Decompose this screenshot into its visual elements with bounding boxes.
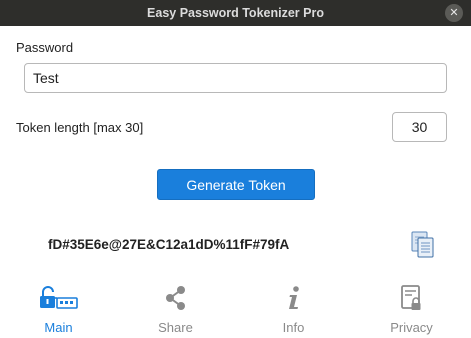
share-icon (156, 284, 196, 312)
generated-token: fD#35E6e@27E&C12a1dD%11fF#79fA (48, 237, 290, 252)
nav-item-info[interactable]: Info (235, 284, 352, 338)
title-bar: Easy Password Tokenizer Pro ✕ (0, 0, 471, 26)
close-button[interactable]: ✕ (445, 4, 463, 22)
password-label: Password (16, 40, 74, 55)
nav-item-privacy[interactable]: Privacy (353, 284, 470, 338)
privacy-icon (392, 284, 432, 312)
info-icon (274, 284, 314, 312)
token-length-label: Token length [max 30] (16, 120, 144, 135)
nav-label-share: Share (158, 320, 193, 335)
window-title: Easy Password Tokenizer Pro (147, 6, 324, 20)
password-input[interactable] (24, 63, 447, 93)
generate-token-button[interactable]: Generate Token (157, 169, 315, 200)
nav-label-privacy: Privacy (390, 320, 433, 335)
nav-item-share[interactable]: Share (117, 284, 234, 338)
copy-icon[interactable] (410, 231, 436, 259)
close-icon: ✕ (449, 6, 459, 19)
nav-label-main: Main (44, 320, 73, 335)
lock-keyboard-icon (39, 284, 79, 312)
token-length-input[interactable] (392, 112, 447, 142)
nav-label-info: Info (282, 320, 305, 335)
nav-item-main[interactable]: Main (0, 284, 117, 338)
